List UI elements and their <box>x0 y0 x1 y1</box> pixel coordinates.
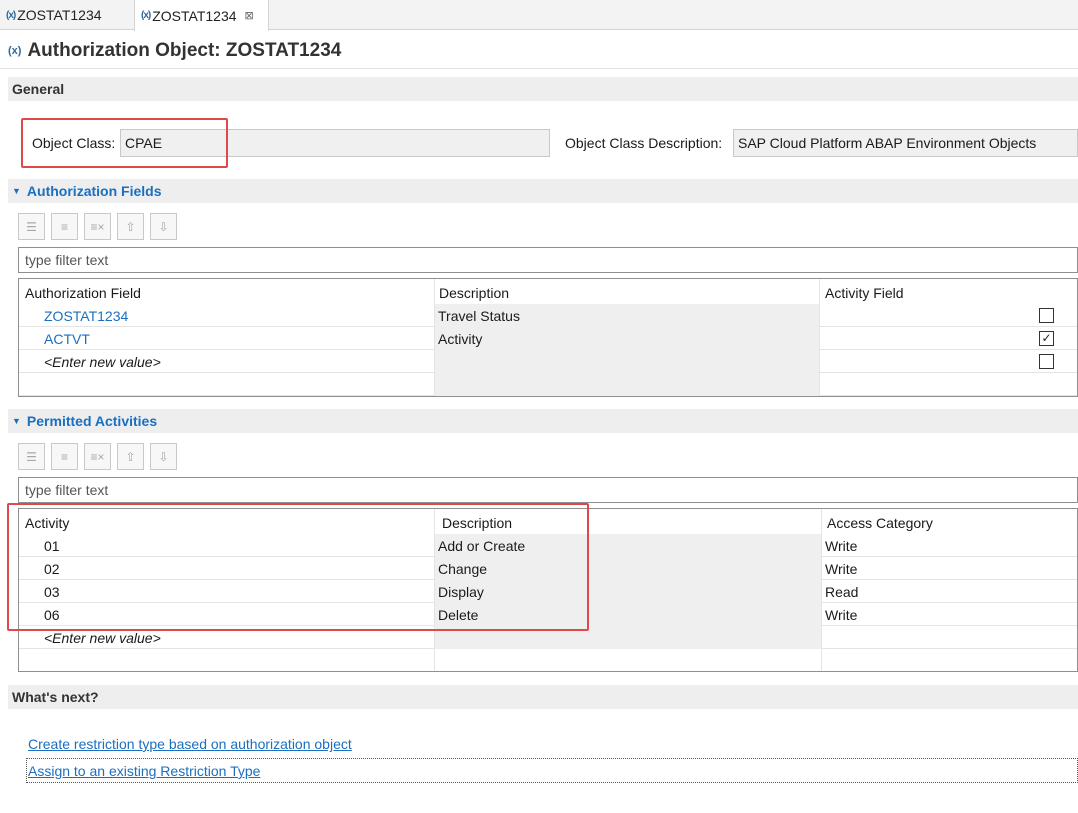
table-row-empty <box>19 649 1077 672</box>
access-category-cell[interactable]: Write <box>825 603 857 626</box>
expand-triangle-icon: ▼ <box>12 416 21 426</box>
table-row-empty <box>19 373 1077 396</box>
description-cell <box>435 373 819 396</box>
auth-object-icon: (x) <box>6 9 16 21</box>
delete-icon[interactable]: ≡× <box>84 213 111 240</box>
table-header-row: Authorization Field Description Activity… <box>19 281 1077 304</box>
tab-label: ZOSTAT1234 <box>17 7 102 23</box>
tab-zostat1234-inactive[interactable]: (x) ZOSTAT1234 <box>0 0 134 30</box>
table-row[interactable]: ACTVT Activity ✓ <box>19 327 1077 350</box>
authorization-field-link[interactable]: ZOSTAT1234 <box>44 304 128 327</box>
activity-field-checkbox-checked[interactable]: ✓ <box>1039 331 1054 346</box>
section-title: Authorization Fields <box>26 183 162 199</box>
access-category-cell[interactable]: Write <box>825 534 857 557</box>
access-category-cell[interactable]: Write <box>825 557 857 580</box>
page-title: (x) Authorization Object: ZOSTAT1234 <box>8 38 341 64</box>
tab-zostat1234-active[interactable]: (x) ZOSTAT1234 ⊠ <box>134 0 269 31</box>
divider <box>0 68 1078 69</box>
add-icon[interactable]: ☰ <box>18 213 45 240</box>
editor-tab-bar: (x) ZOSTAT1234 (x) ZOSTAT1234 ⊠ <box>0 0 1078 31</box>
section-authorization-fields-header[interactable]: ▼ Authorization Fields <box>8 179 1078 203</box>
auth-object-icon: (x) <box>141 10 151 21</box>
table-row-new[interactable]: <Enter new value> <box>19 350 1077 373</box>
permitted-activities-filter-input[interactable]: type filter text <box>18 477 1078 503</box>
section-general-header: General <box>8 77 1078 101</box>
highlight-box-object-class <box>21 118 228 168</box>
activity-field-checkbox[interactable] <box>1039 308 1054 323</box>
section-permitted-activities-header[interactable]: ▼ Permitted Activities <box>8 409 1078 433</box>
section-title: What's next? <box>12 689 99 705</box>
column-header-authorization-field[interactable]: Authorization Field <box>25 281 141 304</box>
description-cell: Activity <box>435 327 819 350</box>
access-category-cell[interactable]: Read <box>825 580 858 603</box>
auth-object-icon: (x) <box>8 45 22 57</box>
auth-fields-toolbar: ☰ ≡ ≡× ⇧ ⇩ <box>18 213 177 240</box>
page-title-text: Authorization Object: ZOSTAT1234 <box>27 40 342 61</box>
description-cell <box>435 350 819 373</box>
section-whats-next-header: What's next? <box>8 685 1078 709</box>
column-header-access-category[interactable]: Access Category <box>827 511 933 534</box>
close-icon[interactable]: ⊠ <box>245 9 254 22</box>
expand-triangle-icon: ▼ <box>12 186 21 196</box>
description-cell: Travel Status <box>435 304 819 327</box>
table-row[interactable]: ZOSTAT1234 Travel Status <box>19 304 1077 327</box>
move-down-icon[interactable]: ⇩ <box>150 443 177 470</box>
object-class-description-field[interactable]: SAP Cloud Platform ABAP Environment Obje… <box>733 129 1078 157</box>
move-up-icon[interactable]: ⇧ <box>117 443 144 470</box>
insert-icon[interactable]: ≡ <box>51 213 78 240</box>
delete-icon[interactable]: ≡× <box>84 443 111 470</box>
authorization-fields-table: Authorization Field Description Activity… <box>18 278 1078 397</box>
object-class-description-label: Object Class Description: <box>565 135 723 151</box>
tab-label: ZOSTAT1234 <box>152 7 237 24</box>
move-up-icon[interactable]: ⇧ <box>117 213 144 240</box>
column-header-activity-field[interactable]: Activity Field <box>825 281 904 304</box>
section-title: General <box>12 81 65 97</box>
permitted-activities-toolbar: ☰ ≡ ≡× ⇧ ⇩ <box>18 443 177 470</box>
insert-icon[interactable]: ≡ <box>51 443 78 470</box>
column-header-description[interactable]: Description <box>439 281 509 304</box>
move-down-icon[interactable]: ⇩ <box>150 213 177 240</box>
auth-fields-filter-input[interactable]: type filter text <box>18 247 1078 273</box>
activity-field-checkbox[interactable] <box>1039 354 1054 369</box>
authorization-field-link[interactable]: ACTVT <box>44 327 90 350</box>
highlight-box-activities <box>7 503 589 631</box>
section-title: Permitted Activities <box>26 413 158 429</box>
enter-new-value-cell[interactable]: <Enter new value> <box>44 350 161 373</box>
create-restriction-type-link[interactable]: Create restriction type based on authori… <box>28 736 352 752</box>
assign-restriction-type-link[interactable]: Assign to an existing Restriction Type <box>28 763 260 779</box>
add-icon[interactable]: ☰ <box>18 443 45 470</box>
